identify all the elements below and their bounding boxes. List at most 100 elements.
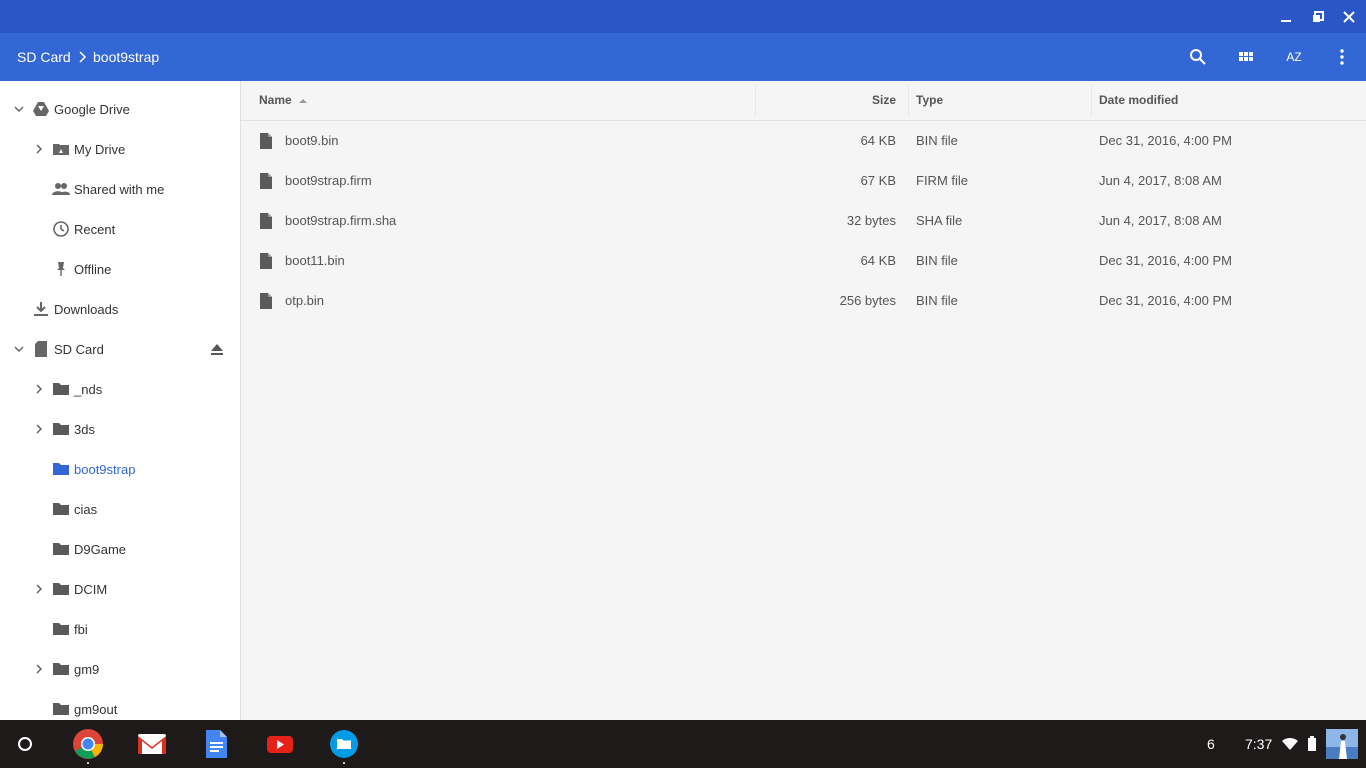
files-app[interactable] xyxy=(328,728,360,764)
youtube-icon xyxy=(267,736,293,753)
sidebar-item-label: Google Drive xyxy=(54,101,130,117)
sidebar-item-label: Offline xyxy=(74,261,112,277)
column-divider[interactable] xyxy=(908,85,909,117)
file-row[interactable]: boot11.bin 64 KB BIN file Dec 31, 2016, … xyxy=(241,241,1366,281)
sidebar-item-label: boot9strap xyxy=(74,461,136,477)
sidebar-folder-gm9out[interactable]: gm9out xyxy=(0,689,240,720)
gmail-app[interactable] xyxy=(136,728,168,760)
file-icon xyxy=(260,253,272,269)
file-date: Jun 4, 2017, 8:08 AM xyxy=(1099,173,1222,188)
more-vert-icon[interactable] xyxy=(1330,45,1354,69)
sidebar-folder-gm9[interactable]: gm9 xyxy=(0,649,240,689)
docs-app[interactable] xyxy=(200,728,232,760)
download-icon xyxy=(34,302,48,316)
file-type: FIRM file xyxy=(916,173,968,188)
minimize-icon[interactable] xyxy=(1275,6,1297,28)
chrome-icon xyxy=(73,729,103,759)
chrome-app[interactable] xyxy=(72,728,104,764)
running-indicator xyxy=(87,762,89,764)
file-date: Jun 4, 2017, 8:08 AM xyxy=(1099,213,1222,228)
sidebar-item-label: fbi xyxy=(74,621,88,637)
sidebar-item-my-drive[interactable]: My Drive xyxy=(0,129,240,169)
sidebar-item-google-drive[interactable]: Google Drive xyxy=(0,89,240,129)
clock[interactable]: 7:37 xyxy=(1245,720,1272,768)
folder-icon xyxy=(53,543,69,555)
chevron-right-icon[interactable] xyxy=(32,422,46,436)
chevron-right-icon[interactable] xyxy=(32,582,46,596)
avatar[interactable] xyxy=(1326,729,1358,759)
breadcrumb-root[interactable]: SD Card xyxy=(17,33,71,81)
sort-button[interactable]: AZ xyxy=(1282,45,1306,69)
sidebar-item-downloads[interactable]: Downloads xyxy=(0,289,240,329)
launcher-circle-icon xyxy=(18,737,32,751)
chevron-right-icon[interactable] xyxy=(32,662,46,676)
file-size: 64 KB xyxy=(860,253,896,268)
chevron-right-icon[interactable] xyxy=(32,382,46,396)
sidebar-folder-dcim[interactable]: DCIM xyxy=(0,569,240,609)
sidebar-item-label: gm9 xyxy=(74,661,100,677)
column-header-date[interactable]: Date modified xyxy=(1099,81,1178,120)
sidebar-item-recent[interactable]: Recent xyxy=(0,209,240,249)
sidebar-folder-cias[interactable]: cias xyxy=(0,489,240,529)
file-name: boot11.bin xyxy=(285,253,345,268)
column-divider[interactable] xyxy=(755,85,756,117)
file-date: Dec 31, 2016, 4:00 PM xyxy=(1099,253,1232,268)
sidebar-item-label: DCIM xyxy=(74,581,108,597)
close-icon[interactable] xyxy=(1338,6,1360,28)
folder-icon xyxy=(53,703,69,715)
gmail-icon xyxy=(138,734,166,754)
column-divider[interactable] xyxy=(1091,85,1092,117)
sidebar-item-label: D9Game xyxy=(74,541,127,557)
file-type: BIN file xyxy=(916,293,958,308)
file-name: boot9.bin xyxy=(285,133,339,148)
folder-icon xyxy=(53,503,69,515)
file-icon xyxy=(260,213,272,229)
file-icon xyxy=(260,293,272,309)
chevron-right-icon xyxy=(79,51,87,63)
sidebar-item-label: gm9out xyxy=(74,701,118,717)
sidebar-folder-boot9strap[interactable]: boot9strap xyxy=(0,449,240,489)
sort-ascending-icon xyxy=(299,99,308,103)
file-size: 64 KB xyxy=(860,133,896,148)
sidebar-item-sd-card[interactable]: SD Card xyxy=(0,329,240,369)
sidebar-folder-fbi[interactable]: fbi xyxy=(0,609,240,649)
file-list-header: Name Size Type Date modified xyxy=(241,81,1366,121)
folder-icon xyxy=(53,623,69,635)
eject-icon[interactable] xyxy=(208,340,226,358)
docs-icon xyxy=(206,730,227,758)
column-header-size[interactable]: Size xyxy=(801,81,896,120)
launcher-button[interactable] xyxy=(9,728,41,760)
sidebar-item-offline[interactable]: Offline xyxy=(0,249,240,289)
grid-view-icon[interactable] xyxy=(1234,45,1258,69)
restore-icon[interactable] xyxy=(1307,6,1329,28)
pin-icon xyxy=(57,262,65,276)
sidebar-folder-3ds[interactable]: 3ds xyxy=(0,409,240,449)
battery-icon[interactable] xyxy=(1307,736,1317,752)
breadcrumb-current[interactable]: boot9strap xyxy=(93,33,159,81)
search-icon[interactable] xyxy=(1186,45,1210,69)
file-row[interactable]: otp.bin 256 bytes BIN file Dec 31, 2016,… xyxy=(241,281,1366,321)
sidebar-folder-nds[interactable]: _nds xyxy=(0,369,240,409)
sidebar-item-shared-with-me[interactable]: Shared with me xyxy=(0,169,240,209)
notification-count[interactable]: 6 xyxy=(1207,720,1215,768)
column-header-name[interactable]: Name xyxy=(259,81,308,120)
file-type: SHA file xyxy=(916,213,963,228)
youtube-app[interactable] xyxy=(264,728,296,760)
wifi-icon[interactable] xyxy=(1282,737,1298,751)
file-row[interactable]: boot9strap.firm.sha 32 bytes SHA file Ju… xyxy=(241,201,1366,241)
folder-icon xyxy=(53,583,69,595)
chevron-down-icon[interactable] xyxy=(12,102,26,116)
sd-card-icon xyxy=(35,341,47,357)
folder-icon xyxy=(53,663,69,675)
file-size: 67 KB xyxy=(860,173,896,188)
chevron-down-icon[interactable] xyxy=(12,342,26,356)
running-indicator xyxy=(343,762,345,764)
file-type: BIN file xyxy=(916,133,958,148)
file-name: boot9strap.firm xyxy=(285,173,372,188)
file-row[interactable]: boot9strap.firm 67 KB FIRM file Jun 4, 2… xyxy=(241,161,1366,201)
sidebar-folder-d9game[interactable]: D9Game xyxy=(0,529,240,569)
file-name: boot9strap.firm.sha xyxy=(285,213,397,228)
column-header-type[interactable]: Type xyxy=(916,81,943,120)
file-row[interactable]: boot9.bin 64 KB BIN file Dec 31, 2016, 4… xyxy=(241,121,1366,161)
chevron-right-icon[interactable] xyxy=(32,142,46,156)
